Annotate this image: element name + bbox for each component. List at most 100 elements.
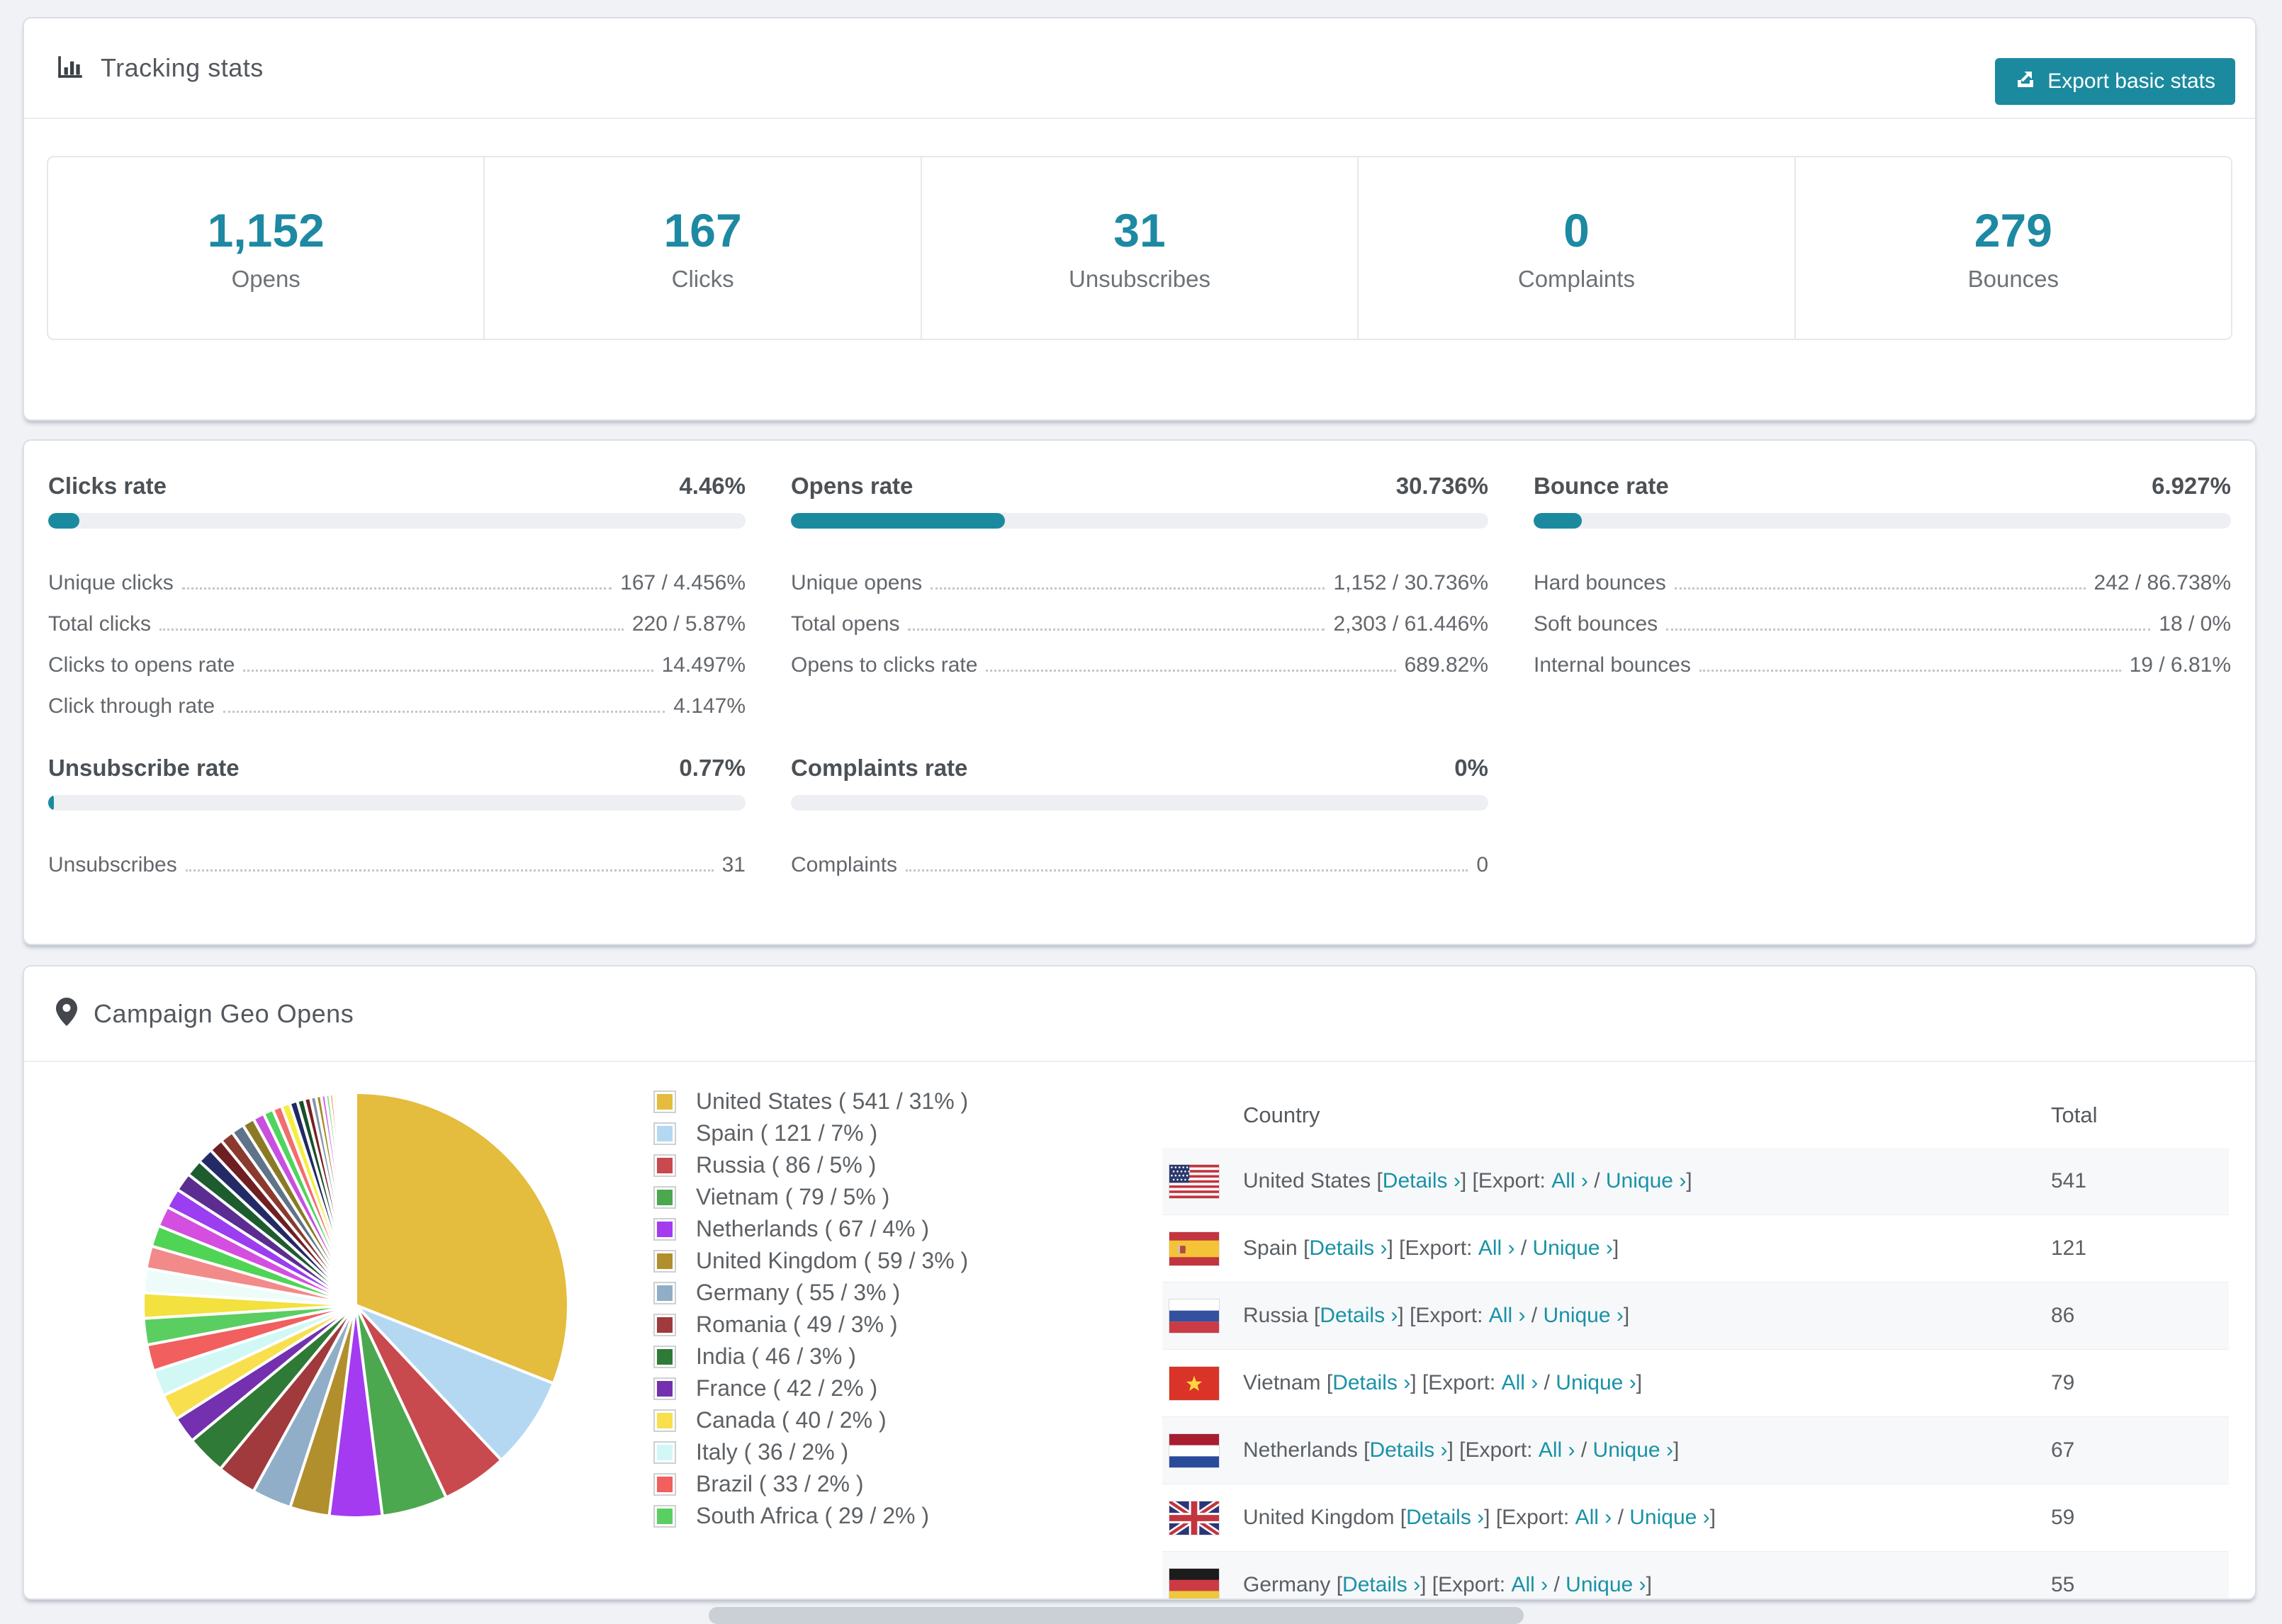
export-unique-link[interactable]: Unique ›: [1593, 1438, 1673, 1462]
legend-label: Spain ( 121 / 7% ): [696, 1120, 878, 1146]
rates-row-top: Clicks rate 4.46% Unique clicks 167 / 4.456…: [48, 469, 2231, 718]
legend-item: Canada ( 40 / 2% ): [653, 1404, 968, 1436]
flag-vn: [1169, 1367, 1219, 1400]
metric-value: 4.147%: [673, 694, 746, 718]
flag-ru: [1169, 1299, 1219, 1333]
rate-value: 0.77%: [679, 755, 746, 781]
details-link[interactable]: Details ›: [1369, 1438, 1447, 1462]
pie-slice-other[interactable]: [354, 1090, 357, 1307]
row-total: 55: [2051, 1573, 2075, 1596]
export-unique-link[interactable]: Unique ›: [1556, 1371, 1636, 1395]
row-total: 121: [2051, 1236, 2087, 1260]
export-all-link[interactable]: All ›: [1511, 1573, 1548, 1597]
metric-row: Unique clicks 167 / 4.456%: [48, 554, 746, 595]
legend-label: France ( 42 / 2% ): [696, 1375, 878, 1401]
legend-item: United States ( 541 / 31% ): [653, 1086, 968, 1117]
flag-nl: [1169, 1434, 1219, 1467]
rate-title: Unsubscribe rate: [48, 755, 240, 781]
metric-row: Total opens 2,303 / 61.446%: [791, 595, 1488, 636]
progress-bar: [48, 795, 746, 811]
details-link[interactable]: Details ›: [1406, 1506, 1484, 1530]
dotted-leader: [159, 628, 624, 631]
legend-swatch: [653, 1313, 676, 1336]
legend-item: Brazil ( 33 / 2% ): [653, 1468, 968, 1500]
details-link[interactable]: Details ›: [1332, 1371, 1410, 1395]
legend-swatch: [653, 1472, 676, 1496]
legend-swatch: [653, 1345, 676, 1368]
progress-bar-fill: [48, 795, 54, 811]
dotted-leader: [906, 869, 1468, 872]
horizontal-scrollbar-thumb[interactable]: [709, 1607, 1524, 1624]
stat-label: Opens: [231, 266, 300, 292]
flag-es: [1169, 1232, 1219, 1265]
metric-value: 14.497%: [661, 653, 746, 677]
bar-chart-icon: [55, 52, 85, 85]
rate-value: 0%: [1454, 755, 1488, 781]
rate-value: 6.927%: [2152, 473, 2231, 499]
geo-legend: United States ( 541 / 31% ) Spain ( 121 /…: [653, 1086, 968, 1532]
legend-swatch: [653, 1217, 676, 1241]
details-link[interactable]: Details ›: [1309, 1236, 1387, 1261]
export-all-link[interactable]: All ›: [1551, 1169, 1588, 1193]
legend-item: South Africa ( 29 / 2% ): [653, 1500, 968, 1532]
rate-panel-unsubscribe-rate: Unsubscribe rate 0.77% Unsubscribes 31: [48, 751, 746, 877]
dotted-leader: [1699, 670, 2121, 672]
legend-label: United Kingdom ( 59 / 3% ): [696, 1248, 969, 1273]
tracking-stats-card: Tracking stats Export basic stats 1,152 O…: [23, 17, 2256, 421]
export-all-link[interactable]: All ›: [1575, 1506, 1612, 1530]
legend-label: South Africa ( 29 / 2% ): [696, 1503, 930, 1528]
stat-box-bounces: 279 Bounces: [1794, 157, 2231, 339]
export-unique-link[interactable]: Unique ›: [1533, 1236, 1613, 1261]
metric-label: Hard bounces: [1534, 571, 1666, 594]
map-pin-icon: [55, 997, 78, 1030]
metric-value: 242 / 86.738%: [2093, 571, 2232, 594]
export-unique-link[interactable]: Unique ›: [1606, 1169, 1686, 1193]
progress-bar: [791, 513, 1488, 529]
details-link[interactable]: Details ›: [1383, 1169, 1461, 1193]
metric-row: Unsubscribes 31: [48, 836, 746, 877]
export-basic-stats-button[interactable]: Export basic stats: [1995, 58, 2235, 105]
dotted-leader: [243, 670, 653, 672]
row-total: 67: [2051, 1438, 2075, 1462]
rate-panel-complaints-rate: Complaints rate 0% Complaints 0: [791, 751, 1488, 877]
table-row: United Kingdom [Details ›] [Export: All …: [1162, 1484, 2229, 1552]
page-title: Tracking stats: [101, 53, 264, 82]
export-all-link[interactable]: All ›: [1502, 1371, 1539, 1395]
row-total: 79: [2051, 1371, 2075, 1394]
details-link[interactable]: Details ›: [1342, 1573, 1420, 1597]
legend-swatch: [653, 1504, 676, 1528]
export-all-link[interactable]: All ›: [1489, 1304, 1526, 1328]
metric-value: 689.82%: [1404, 653, 1488, 677]
dotted-leader: [181, 587, 612, 590]
stat-value: 0: [1563, 204, 1590, 256]
metric-label: Internal bounces: [1534, 653, 1691, 677]
legend-label: Romania ( 49 / 3% ): [696, 1312, 898, 1337]
dotted-leader: [931, 587, 1325, 590]
export-all-link[interactable]: All ›: [1478, 1236, 1515, 1261]
rate-title: Opens rate: [791, 473, 914, 499]
export-unique-link[interactable]: Unique ›: [1629, 1506, 1709, 1530]
rates-card: Clicks rate 4.46% Unique clicks 167 / 4.456…: [23, 439, 2256, 945]
legend-label: Italy ( 36 / 2% ): [696, 1439, 849, 1465]
legend-item: United Kingdom ( 59 / 3% ): [653, 1245, 968, 1277]
stat-value: 31: [1113, 204, 1166, 256]
export-all-link[interactable]: All ›: [1539, 1438, 1575, 1462]
legend-label: United States ( 541 / 31% ): [696, 1088, 969, 1114]
legend-swatch: [653, 1154, 676, 1177]
export-unique-link[interactable]: Unique ›: [1566, 1573, 1646, 1597]
geo-pie-chart: [111, 1061, 600, 1550]
country-name: Vietnam: [1243, 1371, 1321, 1394]
metric-value: 1,152 / 30.736%: [1333, 571, 1488, 594]
metric-label: Total opens: [791, 612, 900, 636]
legend-item: Netherlands ( 67 / 4% ): [653, 1213, 968, 1245]
metric-row: Click through rate 4.147%: [48, 677, 746, 718]
dotted-leader: [986, 670, 1396, 672]
stat-value: 279: [1974, 204, 2052, 256]
rate-panel-opens-rate: Opens rate 30.736% Unique opens 1,152 / 30.…: [791, 469, 1488, 718]
export-unique-link[interactable]: Unique ›: [1543, 1304, 1623, 1328]
legend-item: Vietnam ( 79 / 5% ): [653, 1181, 968, 1213]
metric-label: Unsubscribes: [48, 853, 177, 876]
details-link[interactable]: Details ›: [1320, 1304, 1398, 1328]
metric-row: Internal bounces 19 / 6.81%: [1534, 636, 2231, 677]
metric-value: 2,303 / 61.446%: [1333, 612, 1488, 636]
